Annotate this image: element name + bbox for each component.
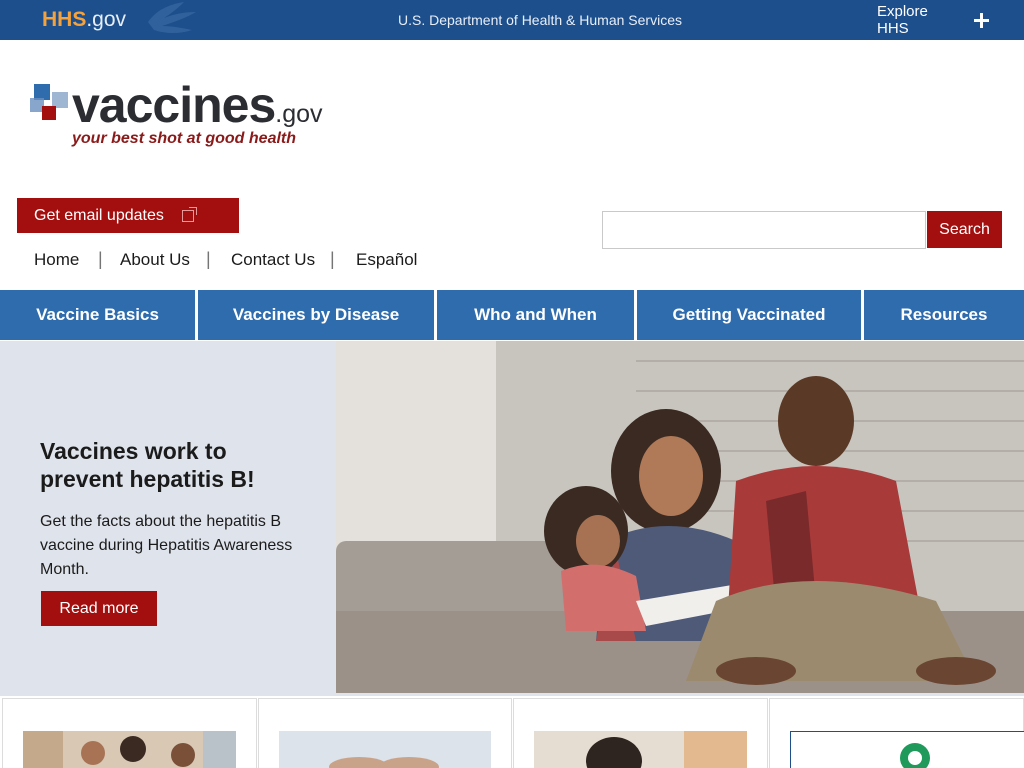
vaccines-gov-logo[interactable]: vaccines.gov your best shot at good heal… bbox=[22, 77, 382, 157]
hero-photo-illustration bbox=[336, 341, 1024, 693]
logo-squares-icon bbox=[30, 84, 68, 120]
utility-nav-espanol[interactable]: Español bbox=[356, 250, 417, 270]
feature-card[interactable] bbox=[769, 698, 1024, 768]
card-photo-people bbox=[23, 731, 236, 768]
external-link-icon bbox=[181, 206, 197, 222]
feature-card[interactable] bbox=[513, 698, 768, 768]
utility-nav-separator: | bbox=[98, 249, 103, 269]
nav-vaccines-by-disease[interactable]: Vaccines by Disease bbox=[198, 290, 434, 340]
feature-card-image bbox=[790, 731, 1024, 768]
hhs-top-bar: HHS.gov U.S. Department of Health & Huma… bbox=[0, 0, 1024, 40]
nav-getting-vaccinated[interactable]: Getting Vaccinated bbox=[637, 290, 861, 340]
card-photo-child bbox=[534, 731, 747, 768]
logo-word-vaccines: vaccines bbox=[72, 77, 276, 133]
email-updates-label: Get email updates bbox=[34, 206, 164, 224]
nav-resources[interactable]: Resources bbox=[864, 290, 1024, 340]
feature-cards-row bbox=[0, 696, 1024, 768]
feature-card[interactable] bbox=[2, 698, 257, 768]
main-nav: Vaccine Basics Vaccines by Disease Who a… bbox=[0, 290, 1024, 340]
feature-card-image bbox=[279, 731, 491, 768]
hero-family-photo[interactable] bbox=[336, 341, 1024, 693]
feature-card-image bbox=[23, 731, 236, 768]
read-more-button[interactable]: Read more bbox=[41, 591, 157, 626]
hero-heading: Vaccines work to prevent hepatitis B! bbox=[40, 438, 255, 492]
utility-nav-separator: | bbox=[206, 249, 211, 269]
explore-hhs-button[interactable]: Explore HHS bbox=[870, 2, 989, 38]
card-photo-hands bbox=[279, 731, 491, 768]
logo-tagline: your best shot at good health bbox=[72, 130, 297, 147]
feature-card-image bbox=[534, 731, 747, 768]
explore-hhs-label: Explore HHS bbox=[877, 3, 928, 37]
search-input[interactable] bbox=[602, 211, 926, 249]
utility-nav-home[interactable]: Home bbox=[34, 250, 79, 270]
logo-word-dotgov: .gov bbox=[275, 100, 323, 128]
utility-nav-about-us[interactable]: About Us bbox=[120, 250, 190, 270]
nav-who-and-when[interactable]: Who and When bbox=[437, 290, 634, 340]
feature-card[interactable] bbox=[258, 698, 512, 768]
utility-nav-separator: | bbox=[330, 249, 335, 269]
email-updates-button[interactable]: Get email updates bbox=[17, 198, 239, 233]
nav-vaccine-basics[interactable]: Vaccine Basics bbox=[0, 290, 195, 340]
location-pin-icon bbox=[900, 743, 930, 768]
plus-icon bbox=[974, 12, 989, 28]
hero-section: Vaccines work to prevent hepatitis B! Ge… bbox=[0, 341, 1024, 696]
utility-nav-contact-us[interactable]: Contact Us bbox=[231, 250, 315, 270]
logo-wordmark: vaccines.gov bbox=[72, 76, 323, 134]
hero-text: Get the facts about the hepatitis B vacc… bbox=[40, 513, 293, 578]
search-button[interactable]: Search bbox=[927, 211, 1002, 248]
